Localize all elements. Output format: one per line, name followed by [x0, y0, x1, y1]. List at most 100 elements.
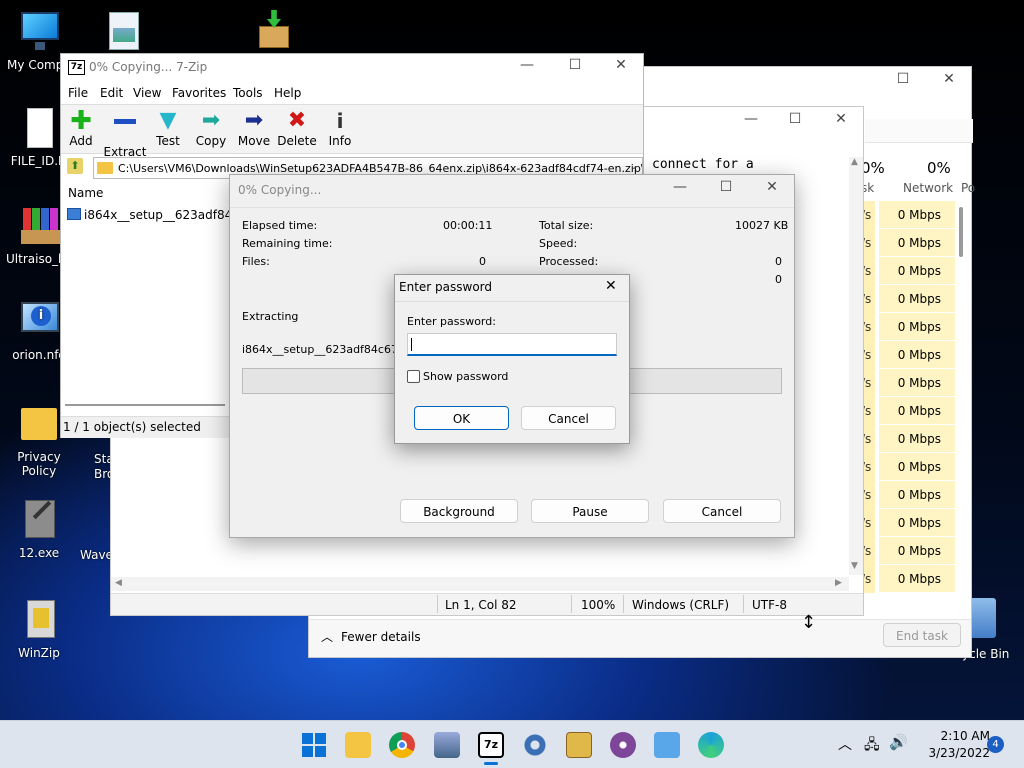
test-button[interactable]: ▼ Test	[145, 108, 191, 148]
winzip-icon	[17, 598, 61, 642]
edge-icon[interactable]	[698, 732, 724, 758]
pause-button[interactable]: Pause	[531, 499, 649, 523]
start-windows-icon[interactable]	[301, 732, 327, 758]
seven-zip-taskbar-icon[interactable]: 7z	[478, 732, 504, 758]
scroll-right-icon[interactable]: ▶	[835, 578, 842, 588]
status-divider	[623, 595, 624, 613]
show-hidden-icons-chevron-icon[interactable]: ︿	[838, 734, 852, 754]
up-folder-icon[interactable]: ⬆	[67, 158, 83, 174]
current-file: i864x__setup__623adf84c678f.e	[242, 343, 397, 356]
file-name: i864x__setup__623adf84...	[84, 208, 244, 222]
extract-button[interactable]: Extract	[102, 108, 148, 159]
menu-view[interactable]: View	[133, 86, 161, 100]
delete-button[interactable]: ✖ Delete	[274, 108, 320, 148]
total-size-label: Total size:	[539, 219, 594, 232]
file-list-row[interactable]: i864x__setup__623adf84...	[65, 206, 244, 224]
info-button[interactable]: i Info	[317, 108, 363, 148]
resize-cursor-icon: ↕	[801, 612, 817, 633]
desktop-icon-12exe[interactable]: 12.exe	[0, 498, 78, 560]
volume-icon[interactable]: 🔊	[889, 733, 908, 751]
file-explorer-icon[interactable]	[345, 732, 371, 758]
notepad-text-fragment[interactable]: connect for a	[652, 157, 754, 172]
copy-arrow-icon: ➡	[201, 108, 221, 133]
end-task-button[interactable]: End task	[883, 623, 961, 647]
scroll-left-icon[interactable]: ◀	[115, 578, 122, 588]
clock-time: 2:10 AM	[940, 729, 990, 743]
network-icon[interactable]: 🖧	[864, 734, 880, 758]
archive-taskbar-icon[interactable]	[566, 732, 592, 758]
task-manager-maximize-icon[interactable]: ☐	[883, 71, 923, 87]
network-row-value: 0 Mbps	[879, 537, 955, 565]
desktop-icon-winzip[interactable]: WinZip	[0, 598, 78, 660]
add-button[interactable]: ✚ Add	[58, 108, 104, 148]
password-input[interactable]	[407, 333, 617, 356]
seven-zip-minimize-icon[interactable]: —	[507, 57, 547, 73]
copying-title: 0% Copying...	[238, 183, 322, 197]
notepad-minimize-icon[interactable]: —	[731, 111, 771, 127]
scroll-down-icon[interactable]: ▼	[851, 561, 858, 571]
show-password-label[interactable]: Show password	[423, 370, 508, 383]
status-divider	[571, 595, 572, 613]
notepad-maximize-icon[interactable]: ☐	[775, 111, 815, 127]
compressed-value: 0	[775, 273, 782, 286]
ok-button[interactable]: OK	[414, 406, 509, 430]
seven-zip-maximize-icon[interactable]: ☐	[555, 57, 595, 73]
chrome-icon[interactable]	[389, 732, 415, 758]
network-column-header[interactable]: Network	[903, 181, 953, 195]
copying-close-icon[interactable]: ✕	[752, 179, 792, 195]
plus-icon: ✚	[70, 106, 92, 136]
photos-icon[interactable]	[434, 732, 460, 758]
notepad-close-icon[interactable]: ✕	[821, 111, 861, 127]
menu-tools[interactable]: Tools	[233, 86, 263, 100]
monitor-icon	[17, 10, 61, 54]
cancel-button[interactable]: Cancel	[521, 406, 616, 430]
status-divider	[743, 595, 744, 613]
scroll-up-icon[interactable]: ▲	[851, 157, 858, 167]
menu-favorites[interactable]: Favorites	[172, 86, 226, 100]
fewer-details-button[interactable]: ︿ Fewer details	[321, 627, 421, 647]
seven-zip-close-icon[interactable]: ✕	[601, 57, 641, 73]
copying-maximize-icon[interactable]: ☐	[706, 179, 746, 195]
menu-help[interactable]: Help	[274, 86, 301, 100]
folder-icon	[17, 402, 61, 446]
network-row-value: 0 Mbps	[879, 425, 955, 453]
path-dropdown-icon[interactable]: ⌄	[630, 161, 638, 172]
network-row-value: 0 Mbps	[879, 453, 955, 481]
info-icon: i	[336, 109, 344, 133]
menu-edit[interactable]: Edit	[100, 86, 123, 100]
desktop-icon-installer[interactable]	[234, 10, 312, 58]
text-cursor	[411, 338, 412, 351]
password-close-icon[interactable]: ✕	[605, 278, 617, 294]
notepad-vertical-scrollbar[interactable]	[849, 157, 863, 575]
notepad-horizontal-scrollbar[interactable]	[111, 577, 849, 591]
file-list-hscroll[interactable]	[65, 404, 225, 406]
move-button[interactable]: ➡ Move	[231, 108, 277, 148]
clock[interactable]: 2:10 AM 3/23/2022	[920, 728, 990, 762]
power-column-header[interactable]: Po	[961, 181, 975, 195]
network-row-value: 0 Mbps	[879, 369, 955, 397]
copy-button[interactable]: ➡ Copy	[188, 108, 234, 148]
settings-gear-icon[interactable]	[522, 732, 548, 758]
task-manager-scrollbar[interactable]	[959, 207, 963, 257]
tor-browser-icon[interactable]	[610, 732, 636, 758]
show-password-checkbox[interactable]	[407, 370, 420, 383]
installer-box-icon	[251, 10, 295, 54]
total-size-value: 10027 KB	[735, 219, 789, 232]
status-eol: Windows (CRLF)	[632, 598, 730, 612]
copying-minimize-icon[interactable]: —	[660, 179, 700, 195]
desktop-icon-image[interactable]	[78, 10, 156, 58]
notepad-taskbar-icon[interactable]	[654, 732, 680, 758]
task-manager-close-icon[interactable]: ✕	[929, 71, 969, 87]
status-position: Ln 1, Col 82	[445, 598, 517, 612]
delete-x-icon: ✖	[287, 108, 307, 133]
notification-badge[interactable]: 4	[987, 736, 1004, 753]
extracting-label: Extracting	[242, 310, 299, 323]
network-row-value: 0 Mbps	[879, 229, 955, 257]
column-header-name[interactable]: Name	[68, 186, 103, 200]
password-dialog[interactable]: Enter password ✕ Enter password: Show pa…	[394, 274, 630, 444]
title-divider	[395, 301, 629, 302]
background-button[interactable]: Background	[400, 499, 518, 523]
cancel-copy-button[interactable]: Cancel	[663, 499, 781, 523]
minus-icon	[102, 119, 148, 145]
menu-file[interactable]: File	[68, 86, 88, 100]
